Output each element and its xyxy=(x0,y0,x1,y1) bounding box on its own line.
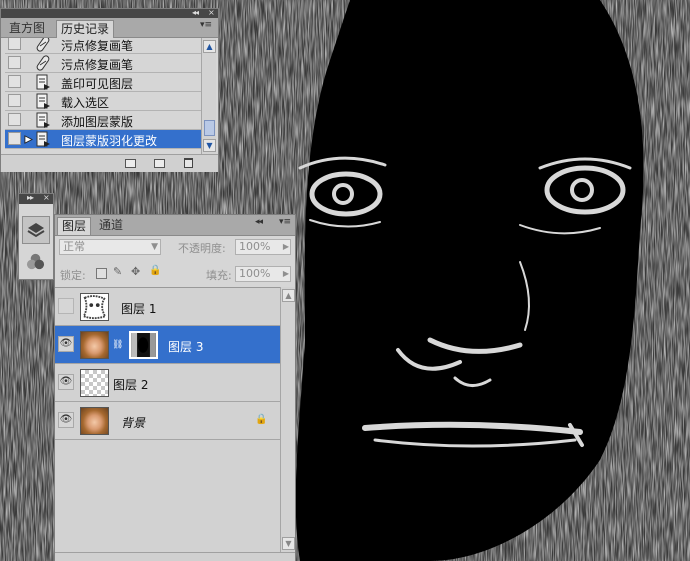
layer-name[interactable]: 图层 2 xyxy=(113,376,148,393)
layer-mask-thumbnail[interactable] xyxy=(129,331,158,359)
opacity-input[interactable]: 100% ▶ xyxy=(235,239,291,255)
history-item-label: 载入选区 xyxy=(61,96,110,110)
layers-panel-menu-icon[interactable]: ▾≡ xyxy=(279,217,291,227)
lock-image-pixels-icon[interactable]: ✎ xyxy=(113,265,122,278)
tab-history[interactable]: 历史记录 xyxy=(56,20,115,38)
layer-thumbnail-sketch xyxy=(80,293,109,321)
healing-brush-icon xyxy=(36,38,50,52)
blend-mode-select[interactable]: 正常 ▼ xyxy=(59,239,161,255)
scroll-down-arrow-icon[interactable]: ▼ xyxy=(282,537,295,550)
scroll-up-arrow-icon[interactable]: ▲ xyxy=(203,40,216,53)
dock-dragbar[interactable]: ▸▸ × xyxy=(19,193,53,204)
history-list: 污点修复画笔 污点修复画笔 盖印可见图层 载入选区 添加图层蒙版 图层蒙版羽化更… xyxy=(1,38,220,154)
channels-dock-icon xyxy=(26,253,45,270)
history-item[interactable]: 污点修复画笔 xyxy=(5,38,201,54)
fill-label: 填充: xyxy=(206,269,232,282)
layer-thumbnail-portrait xyxy=(80,407,109,435)
scroll-thumb[interactable] xyxy=(204,120,215,136)
fill-value: 100% xyxy=(239,267,271,280)
lock-transparent-pixels-icon[interactable] xyxy=(96,268,107,279)
new-snapshot-icon[interactable] xyxy=(154,159,165,168)
eye-icon[interactable]: 👁 xyxy=(58,374,74,390)
lock-position-icon[interactable]: ✥ xyxy=(131,265,140,278)
history-state-icon xyxy=(36,74,50,90)
new-document-from-state-icon[interactable] xyxy=(125,159,136,168)
layer-name[interactable]: 图层 3 xyxy=(168,338,203,355)
layers-collapse-button[interactable]: ◂◂ xyxy=(255,217,263,227)
history-item-selected[interactable]: 图层蒙版羽化更改 xyxy=(5,130,201,149)
layers-footer xyxy=(55,552,295,561)
history-source-checkbox[interactable] xyxy=(8,132,21,145)
delete-state-icon[interactable] xyxy=(184,158,193,168)
history-source-checkbox[interactable] xyxy=(8,75,21,88)
history-item[interactable]: 添加图层蒙版 xyxy=(5,111,201,130)
history-item[interactable]: 污点修复画笔 xyxy=(5,54,201,73)
panel-dock: ▸▸ × xyxy=(18,193,54,280)
opacity-value: 100% xyxy=(239,240,271,253)
history-state-icon xyxy=(36,93,50,109)
fill-arrow-icon[interactable]: ▶ xyxy=(283,267,289,281)
history-item-label: 添加图层蒙版 xyxy=(61,115,134,129)
history-panel: ◂◂ × 直方图 历史记录 ▾≡ 污点修复画笔 污点修复画笔 盖印可见图层 载入… xyxy=(0,8,219,172)
layer-thumbnail-portrait xyxy=(80,331,109,359)
history-item-label: 图层蒙版羽化更改 xyxy=(61,134,158,148)
layer-lock-icon: 🔒 xyxy=(255,414,268,425)
history-close-button[interactable]: × xyxy=(208,8,215,17)
history-source-checkbox[interactable] xyxy=(8,94,21,107)
layers-scrollbar[interactable]: ▲ ▼ xyxy=(280,287,295,552)
history-footer xyxy=(1,154,218,172)
history-panel-menu-icon[interactable]: ▾≡ xyxy=(200,20,212,30)
history-state-icon xyxy=(36,112,50,128)
eye-icon[interactable]: 👁 xyxy=(58,336,74,352)
lock-label: 锁定: xyxy=(60,269,86,282)
healing-brush-icon xyxy=(36,55,50,71)
history-item[interactable]: 盖印可见图层 xyxy=(5,73,201,92)
layers-dock-icon xyxy=(27,223,45,238)
layer-row-selected[interactable]: 👁 ⛓ 图层 3 xyxy=(55,326,280,364)
lock-all-icon[interactable]: 🔒 xyxy=(149,265,161,276)
history-item[interactable]: 载入选区 xyxy=(5,92,201,111)
fill-input[interactable]: 100% ▶ xyxy=(235,266,291,282)
history-collapse-button[interactable]: ◂◂ xyxy=(192,8,199,17)
eye-icon[interactable]: 👁 xyxy=(58,412,74,428)
layer-visibility-toggle[interactable] xyxy=(58,298,74,314)
layer-row[interactable]: 👁 图层 2 xyxy=(55,364,280,402)
history-item-label: 盖印可见图层 xyxy=(61,77,134,91)
layer-row[interactable]: 👁 背景 🔒 xyxy=(55,402,280,440)
opacity-label: 不透明度: xyxy=(178,242,226,255)
history-source-checkbox[interactable] xyxy=(8,56,21,69)
layers-panel: 图层 通道 ◂◂ ▾≡ 正常 ▼ 不透明度: 100% ▶ 锁定: ✎ ✥ 🔒 … xyxy=(54,214,296,561)
dock-close-button[interactable]: × xyxy=(43,193,50,202)
history-source-checkbox[interactable] xyxy=(8,113,21,126)
history-state-icon xyxy=(36,131,50,147)
history-source-checkbox[interactable] xyxy=(8,38,21,50)
history-scrollbar[interactable]: ▲ ▼ xyxy=(201,38,216,154)
blend-mode-value: 正常 xyxy=(63,240,85,253)
tab-histogram[interactable]: 直方图 xyxy=(5,20,49,36)
chevron-down-icon: ▼ xyxy=(151,242,158,252)
layer-thumbnail-transparent xyxy=(80,369,109,397)
channels-dock-button[interactable] xyxy=(22,248,50,276)
layer-row[interactable]: 图层 1 xyxy=(55,288,280,326)
opacity-arrow-icon[interactable]: ▶ xyxy=(283,240,289,254)
history-item-label: 污点修复画笔 xyxy=(61,58,134,72)
scroll-up-arrow-icon[interactable]: ▲ xyxy=(282,289,295,302)
layers-list: 图层 1 👁 ⛓ 图层 3 👁 图层 2 👁 背景 🔒 xyxy=(55,287,281,553)
layers-dock-button[interactable] xyxy=(22,216,50,244)
history-item-label: 污点修复画笔 xyxy=(61,39,134,53)
tab-channels[interactable]: 通道 xyxy=(95,217,127,233)
layer-name[interactable]: 图层 1 xyxy=(121,300,156,317)
history-panel-dragbar[interactable]: ◂◂ × xyxy=(1,8,218,18)
layer-name[interactable]: 背景 xyxy=(121,414,145,431)
dock-expand-button[interactable]: ▸▸ xyxy=(27,193,34,202)
tab-layers[interactable]: 图层 xyxy=(57,217,92,235)
scroll-down-arrow-icon[interactable]: ▼ xyxy=(203,139,216,152)
mask-link-icon[interactable]: ⛓ xyxy=(112,340,123,350)
history-current-state-icon xyxy=(24,135,33,144)
